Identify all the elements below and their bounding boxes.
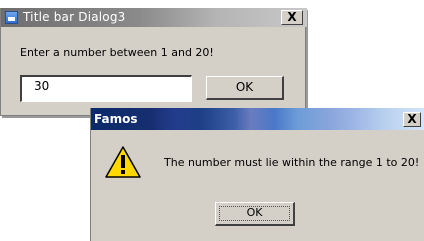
input-dialog: Title bar Dialog3 X Enter a number betwe… — [0, 8, 307, 116]
error-dialog-title: Famos — [94, 112, 138, 126]
error-ok-button[interactable]: OK — [215, 202, 295, 226]
error-dialog-titlebar[interactable]: Famos X — [91, 108, 424, 130]
input-dialog-title: Title bar Dialog3 — [23, 10, 126, 24]
input-dialog-titlebar[interactable]: Title bar Dialog3 X — [1, 8, 307, 27]
input-prompt-label: Enter a number between 1 and 20! — [20, 46, 214, 59]
error-dialog: Famos X The number must lie within the r… — [90, 108, 424, 241]
warning-icon — [105, 146, 141, 178]
error-dialog-close-button[interactable]: X — [403, 112, 421, 127]
input-dialog-close-button[interactable]: X — [281, 10, 303, 25]
error-message: The number must lie within the range 1 t… — [164, 156, 420, 169]
input-ok-button[interactable]: OK — [206, 76, 284, 100]
number-input[interactable]: 30 — [20, 75, 192, 102]
window-app-icon — [5, 11, 18, 24]
